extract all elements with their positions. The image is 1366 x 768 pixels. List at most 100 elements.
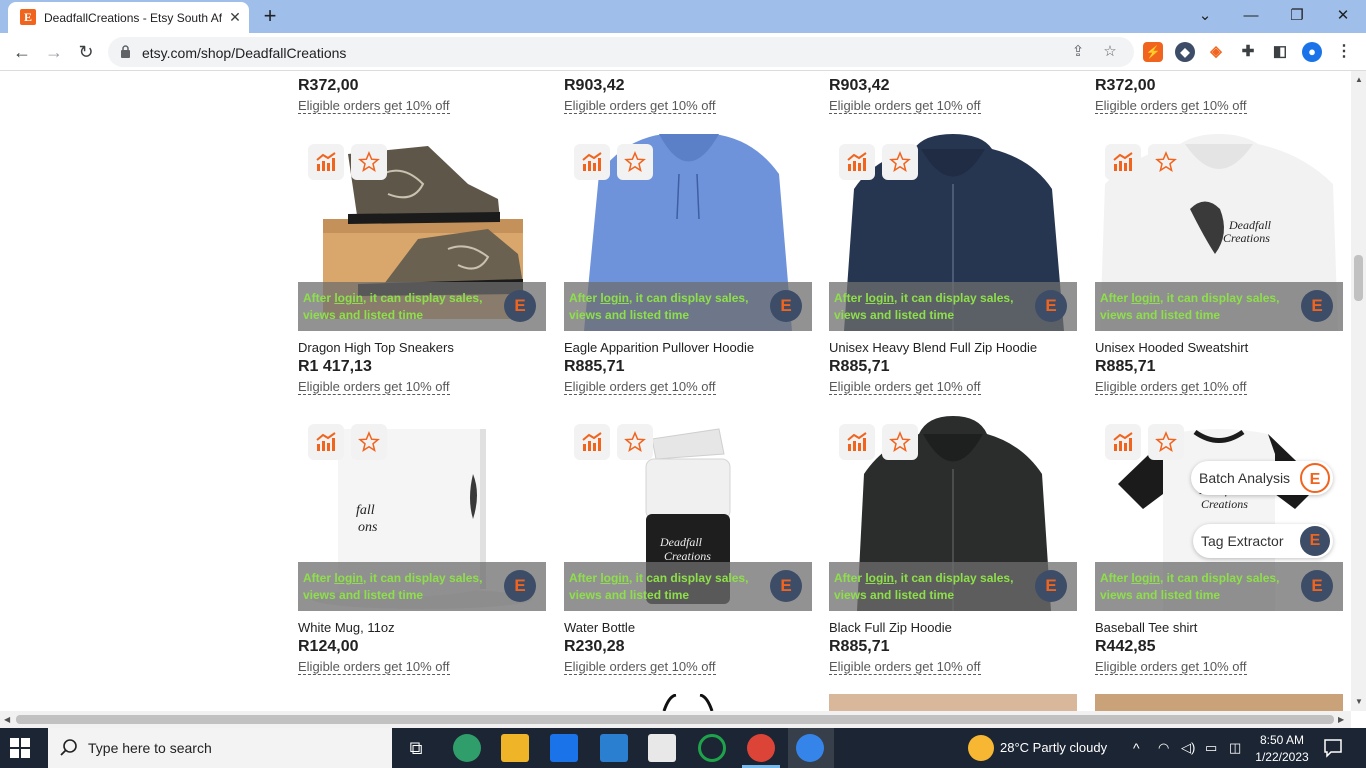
stats-button[interactable] bbox=[1105, 144, 1141, 180]
listing-discount[interactable]: Eligible orders get 10% off bbox=[1095, 379, 1247, 395]
extension-logo-icon[interactable]: E bbox=[504, 290, 536, 322]
listing-card-partial[interactable] bbox=[564, 694, 812, 711]
extension-logo-icon[interactable]: E bbox=[770, 570, 802, 602]
listing-title[interactable]: White Mug, 11oz bbox=[298, 620, 395, 635]
login-link[interactable]: login bbox=[865, 291, 894, 305]
volume-icon[interactable]: ◁) bbox=[1181, 740, 1195, 756]
bookmark-star-icon[interactable]: ☆ bbox=[1100, 42, 1120, 62]
microsoft-store-icon[interactable] bbox=[648, 734, 676, 762]
favorite-button[interactable] bbox=[882, 424, 918, 460]
notifications-icon[interactable] bbox=[1322, 737, 1344, 759]
favorite-button[interactable] bbox=[882, 144, 918, 180]
listing-discount[interactable]: Eligible orders get 10% off bbox=[1095, 659, 1247, 675]
clock-time[interactable]: 8:50 AM bbox=[1254, 733, 1310, 747]
listing-discount[interactable]: Eligible orders get 10% off bbox=[298, 98, 450, 114]
extension-logo-icon[interactable]: E bbox=[1035, 570, 1067, 602]
extension-etsy-icon[interactable]: ⚡ bbox=[1143, 42, 1163, 62]
listing-discount[interactable]: Eligible orders get 10% off bbox=[298, 379, 450, 395]
scroll-right-icon[interactable]: ▶ bbox=[1338, 715, 1344, 725]
listing-discount[interactable]: Eligible orders get 10% off bbox=[1095, 98, 1247, 114]
new-tab-button[interactable]: + bbox=[258, 4, 282, 28]
login-link[interactable]: login bbox=[334, 291, 363, 305]
weather-icon[interactable] bbox=[968, 735, 994, 761]
mail-icon[interactable] bbox=[550, 734, 578, 762]
clock-date[interactable]: 1/22/2023 bbox=[1252, 750, 1312, 764]
tab-search-icon[interactable]: ⌄ bbox=[1191, 4, 1219, 28]
listing-card-partial[interactable] bbox=[1095, 694, 1343, 711]
login-link[interactable]: login bbox=[1131, 291, 1160, 305]
file-explorer-icon[interactable] bbox=[501, 734, 529, 762]
windows-start-icon[interactable] bbox=[10, 738, 30, 758]
stats-button[interactable] bbox=[308, 424, 344, 460]
stats-button[interactable] bbox=[574, 424, 610, 460]
scroll-up-icon[interactable]: ▲ bbox=[1355, 75, 1363, 85]
login-link[interactable]: login bbox=[600, 291, 629, 305]
taskbar-search-box[interactable]: Type here to search bbox=[48, 728, 392, 768]
listing-discount[interactable]: Eligible orders get 10% off bbox=[829, 659, 981, 675]
stats-button[interactable] bbox=[308, 144, 344, 180]
extension-logo-icon[interactable]: E bbox=[1035, 290, 1067, 322]
favorite-button[interactable] bbox=[617, 424, 653, 460]
profile-avatar-icon[interactable]: ● bbox=[1302, 42, 1322, 62]
stats-button[interactable] bbox=[574, 144, 610, 180]
restore-icon[interactable]: ❐ bbox=[1283, 4, 1311, 28]
browser-tab[interactable]: E DeadfallCreations - Etsy South Af ✕ bbox=[8, 2, 249, 33]
edge-browser-icon[interactable] bbox=[453, 734, 481, 762]
batch-analysis-button[interactable]: Batch Analysis E bbox=[1191, 461, 1333, 495]
listing-title[interactable]: Water Bottle bbox=[564, 620, 635, 635]
listing-title[interactable]: Dragon High Top Sneakers bbox=[298, 340, 454, 355]
favorite-button[interactable] bbox=[351, 144, 387, 180]
tag-extractor-button[interactable]: Tag Extractor E bbox=[1193, 524, 1333, 558]
scroll-left-icon[interactable]: ◀ bbox=[4, 715, 10, 725]
listing-discount[interactable]: Eligible orders get 10% off bbox=[298, 659, 450, 675]
stats-button[interactable] bbox=[1105, 424, 1141, 460]
listing-discount[interactable]: Eligible orders get 10% off bbox=[564, 98, 716, 114]
login-link[interactable]: login bbox=[334, 571, 363, 585]
horizontal-scroll-thumb[interactable] bbox=[16, 715, 1334, 724]
tray-chevron-icon[interactable]: ^ bbox=[1133, 740, 1140, 756]
extension-logo-icon[interactable]: E bbox=[1301, 290, 1333, 322]
side-panel-icon[interactable]: ◧ bbox=[1270, 42, 1290, 62]
vertical-scroll-thumb[interactable] bbox=[1354, 255, 1363, 301]
listing-discount[interactable]: Eligible orders get 10% off bbox=[829, 379, 981, 395]
login-link[interactable]: login bbox=[600, 571, 629, 585]
listing-title[interactable]: Unisex Heavy Blend Full Zip Hoodie bbox=[829, 340, 1037, 355]
back-icon[interactable]: ← bbox=[9, 39, 35, 65]
share-icon[interactable]: ⇪ bbox=[1068, 42, 1088, 62]
listing-card-partial[interactable] bbox=[829, 694, 1077, 711]
listing-title[interactable]: Baseball Tee shirt bbox=[1095, 620, 1197, 635]
favorite-button[interactable] bbox=[1148, 144, 1184, 180]
meet-now-icon[interactable]: ◫ bbox=[1229, 740, 1241, 756]
chrome-icon[interactable] bbox=[747, 734, 775, 762]
scroll-down-icon[interactable]: ▼ bbox=[1355, 697, 1363, 707]
favorite-button[interactable] bbox=[1148, 424, 1184, 460]
menu-kebab-icon[interactable]: ⋮ bbox=[1334, 42, 1354, 62]
task-view-icon[interactable]: ⧉ bbox=[402, 734, 430, 762]
favorite-button[interactable] bbox=[351, 424, 387, 460]
extension-diamond-icon[interactable]: ◈ bbox=[1206, 42, 1226, 62]
login-link[interactable]: login bbox=[1131, 571, 1160, 585]
login-link[interactable]: login bbox=[865, 571, 894, 585]
listing-title[interactable]: Black Full Zip Hoodie bbox=[829, 620, 952, 635]
address-bar[interactable]: etsy.com/shop/DeadfallCreations ⇪ ☆ bbox=[108, 37, 1134, 67]
listing-discount[interactable]: Eligible orders get 10% off bbox=[829, 98, 981, 114]
extension-logo-icon[interactable]: E bbox=[504, 570, 536, 602]
extension-logo-icon[interactable]: E bbox=[1301, 570, 1333, 602]
listing-title[interactable]: Eagle Apparition Pullover Hoodie bbox=[564, 340, 754, 355]
stats-button[interactable] bbox=[839, 424, 875, 460]
listing-discount[interactable]: Eligible orders get 10% off bbox=[564, 379, 716, 395]
extension-logo-icon[interactable]: E bbox=[770, 290, 802, 322]
extensions-puzzle-icon[interactable]: ✚ bbox=[1238, 42, 1258, 62]
vscode-icon[interactable] bbox=[600, 734, 628, 762]
listing-discount[interactable]: Eligible orders get 10% off bbox=[564, 659, 716, 675]
tab-close-icon[interactable]: ✕ bbox=[227, 9, 243, 25]
favorite-button[interactable] bbox=[617, 144, 653, 180]
spotify-like-icon[interactable] bbox=[698, 734, 726, 762]
vertical-scrollbar[interactable]: ▲ ▼ bbox=[1351, 71, 1366, 711]
reload-icon[interactable]: ↻ bbox=[73, 39, 99, 65]
listing-title[interactable]: Unisex Hooded Sweatshirt bbox=[1095, 340, 1248, 355]
forward-icon[interactable]: → bbox=[41, 39, 67, 65]
network-icon[interactable]: ◠ bbox=[1158, 740, 1169, 756]
close-window-icon[interactable]: ✕ bbox=[1329, 4, 1357, 28]
horizontal-scrollbar[interactable]: ◀ ▶ bbox=[0, 711, 1351, 728]
